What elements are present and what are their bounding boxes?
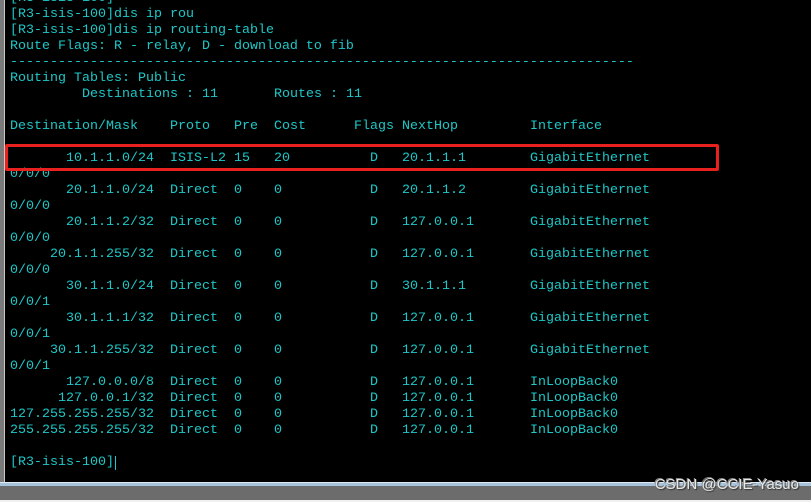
route-interface: GigabitEthernet (530, 311, 650, 326)
route-nexthop: 20.1.1.2 (402, 183, 466, 198)
route-destination: 20.1.1.255/32 (50, 247, 154, 262)
route-nexthop: 127.0.0.1 (402, 215, 474, 230)
route-nexthop: 127.0.0.1 (402, 311, 474, 326)
highlight-box (5, 144, 719, 171)
route-proto: Direct (170, 247, 218, 262)
routing-table-name: Routing Tables: Public (10, 71, 186, 86)
route-preference: 0 (234, 407, 242, 422)
route-flags-legend: Route Flags: R - relay, D - download to … (10, 39, 354, 54)
route-destination: 30.1.1.0/24 (66, 279, 154, 294)
route-nexthop: 127.0.0.1 (402, 375, 474, 390)
header-destination: Destination/Mask (10, 119, 138, 134)
route-interface: GigabitEthernet (530, 279, 650, 294)
route-interface-continuation: 0/0/1 (10, 295, 50, 310)
header-proto: Proto (170, 119, 210, 134)
route-preference: 0 (234, 215, 242, 230)
route-nexthop: 127.0.0.1 (402, 343, 474, 358)
route-cost: 0 (274, 183, 282, 198)
route-interface-continuation: 0/0/1 (10, 327, 50, 342)
watermark: CSDN @CCIE-Yasuo (654, 476, 799, 493)
route-nexthop: 127.0.0.1 (402, 407, 474, 422)
route-destination: 30.1.1.1/32 (66, 311, 154, 326)
route-cost: 0 (274, 279, 282, 294)
route-interface: GigabitEthernet (530, 183, 650, 198)
route-preference: 0 (234, 311, 242, 326)
route-preference: 0 (234, 279, 242, 294)
route-cost: 0 (274, 247, 282, 262)
route-proto: Direct (170, 183, 218, 198)
route-preference: 0 (234, 423, 242, 438)
route-proto: Direct (170, 391, 218, 406)
route-proto: Direct (170, 375, 218, 390)
cursor (115, 456, 116, 470)
route-proto: Direct (170, 407, 218, 422)
route-nexthop: 30.1.1.1 (402, 279, 466, 294)
route-preference: 0 (234, 391, 242, 406)
route-nexthop: 127.0.0.1 (402, 247, 474, 262)
route-interface: InLoopBack0 (530, 423, 618, 438)
route-interface: GigabitEthernet (530, 343, 650, 358)
route-preference: 0 (234, 247, 242, 262)
destinations-count: Destinations : 11 (82, 87, 218, 102)
route-nexthop: 127.0.0.1 (402, 391, 474, 406)
header-flags: Flags (354, 119, 394, 134)
route-flags: D (370, 407, 378, 422)
route-flags: D (370, 391, 378, 406)
route-proto: Direct (170, 311, 218, 326)
route-interface-continuation: 0/0/1 (10, 359, 50, 374)
previous-prompt-line: [R3-isis-100] (10, 0, 114, 7)
route-flags: D (370, 247, 378, 262)
route-destination: 20.1.1.0/24 (66, 183, 154, 198)
header-nexthop: NextHop (402, 119, 458, 134)
route-flags: D (370, 215, 378, 230)
route-cost: 0 (274, 215, 282, 230)
route-cost: 0 (274, 423, 282, 438)
route-flags: D (370, 279, 378, 294)
terminal-output[interactable]: [R3-isis-100][R3-isis-100]dis ip rou[R3-… (5, 0, 811, 482)
route-interface: GigabitEthernet (530, 215, 650, 230)
route-interface-continuation: 0/0/0 (10, 199, 50, 214)
route-preference: 0 (234, 375, 242, 390)
route-interface: GigabitEthernet (530, 247, 650, 262)
route-interface-continuation: 0/0/0 (10, 231, 50, 246)
route-preference: 0 (234, 343, 242, 358)
route-cost: 0 (274, 375, 282, 390)
route-cost: 0 (274, 311, 282, 326)
route-flags: D (370, 375, 378, 390)
header-cost: Cost (274, 119, 306, 134)
route-proto: Direct (170, 279, 218, 294)
route-destination: 30.1.1.255/32 (50, 343, 154, 358)
route-interface: InLoopBack0 (530, 391, 618, 406)
route-destination: 127.255.255.255/32 (10, 407, 154, 422)
route-interface: InLoopBack0 (530, 375, 618, 390)
separator-line: ----------------------------------------… (10, 55, 634, 70)
route-nexthop: 127.0.0.1 (402, 423, 474, 438)
route-cost: 0 (274, 343, 282, 358)
route-proto: Direct (170, 343, 218, 358)
route-proto: Direct (170, 423, 218, 438)
current-prompt: [R3-isis-100] (10, 455, 114, 470)
route-flags: D (370, 343, 378, 358)
route-flags: D (370, 311, 378, 326)
route-flags: D (370, 183, 378, 198)
route-destination: 255.255.255.255/32 (10, 423, 154, 438)
route-cost: 0 (274, 407, 282, 422)
route-preference: 0 (234, 183, 242, 198)
command-line: [R3-isis-100]dis ip routing-table (10, 23, 274, 38)
route-destination: 20.1.1.2/32 (66, 215, 154, 230)
route-interface: InLoopBack0 (530, 407, 618, 422)
route-destination: 127.0.0.1/32 (58, 391, 154, 406)
route-cost: 0 (274, 391, 282, 406)
route-destination: 127.0.0.0/8 (66, 375, 154, 390)
route-interface-continuation: 0/0/0 (10, 263, 50, 278)
route-flags: D (370, 423, 378, 438)
command-line: [R3-isis-100]dis ip rou (10, 7, 194, 22)
route-proto: Direct (170, 215, 218, 230)
routes-count: Routes : 11 (274, 87, 362, 102)
header-interface: Interface (530, 119, 602, 134)
header-pre: Pre (234, 119, 258, 134)
